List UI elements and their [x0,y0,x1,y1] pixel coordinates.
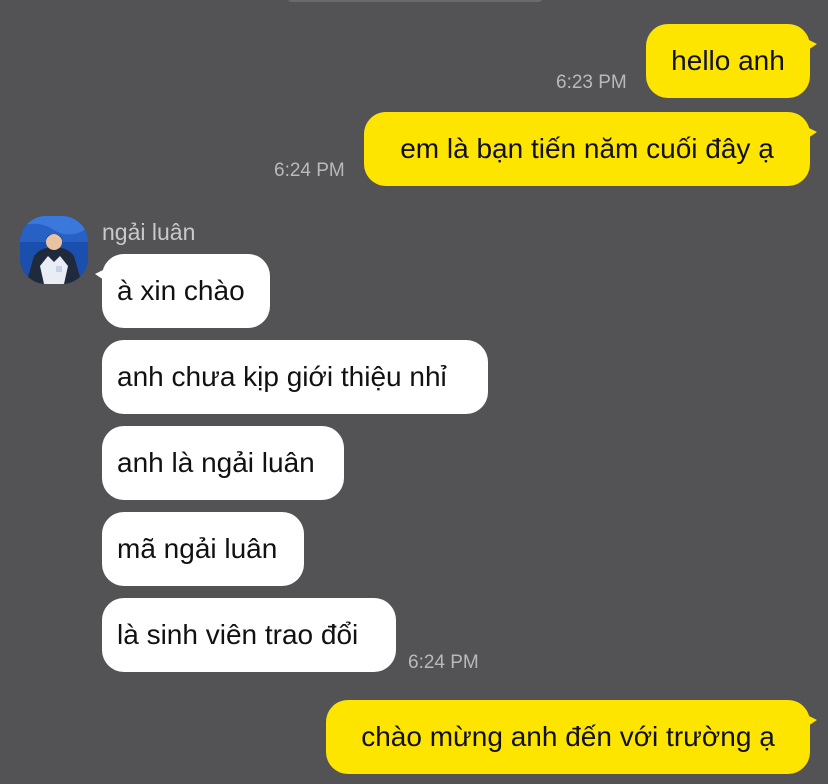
incoming-message-bubble[interactable]: à xin chào [95,254,270,328]
incoming-message-bubble[interactable]: anh là ngải luân [102,426,344,500]
message-timestamp: 6:23 PM [556,72,627,93]
outgoing-message-bubble[interactable]: hello anh [646,24,817,98]
incoming-message-bubble[interactable]: là sinh viên trao đổi [102,598,396,672]
top-drag-handle [288,0,542,2]
sender-avatar[interactable] [20,216,88,284]
message-timestamp: 6:24 PM [408,652,479,673]
outgoing-message-bubble[interactable]: em là bạn tiến năm cuối đây ạ [364,112,817,186]
profile-photo-icon [20,216,88,284]
sender-name: ngải luân [102,219,196,245]
incoming-message-bubble[interactable]: anh chưa kịp giới thiệu nhỉ [102,340,488,414]
message-timestamp: 6:24 PM [274,160,345,181]
incoming-message-bubble[interactable]: mã ngải luân [102,512,304,586]
outgoing-message-bubble[interactable]: chào mừng anh đến với trường ạ [326,700,817,774]
